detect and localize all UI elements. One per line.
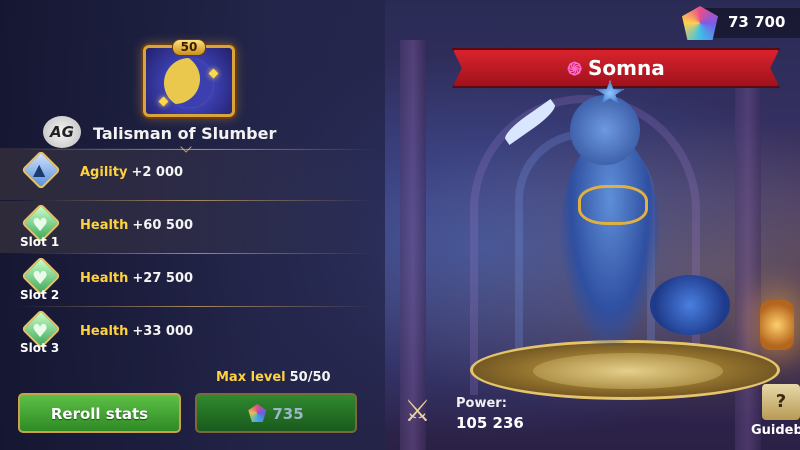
- stat-value: +27 500: [132, 271, 194, 286]
- hero-name: Somna: [588, 56, 665, 80]
- book-question-icon[interactable]: ?: [762, 384, 800, 420]
- slot-label: Slot 3: [20, 341, 60, 355]
- stat-value: +33 000: [132, 324, 194, 339]
- sparkle: [158, 96, 169, 107]
- hero-head: [570, 95, 640, 165]
- hero-name-banner: ֍ Somna: [452, 48, 780, 88]
- hero-tail: [650, 275, 730, 335]
- palace-pillar: [735, 60, 761, 450]
- hero-character[interactable]: [501, 95, 730, 365]
- talisman-level-badge: 50: [172, 39, 206, 56]
- stat-value: +2 000: [131, 165, 184, 180]
- talisman-panel: 50 AG Talisman of Slumber ▲ Agility +2 00…: [0, 0, 385, 450]
- hero-body: [560, 135, 660, 345]
- gem-count: 73 700: [728, 13, 786, 31]
- agility-diamond-icon: ▲: [21, 150, 61, 190]
- max-level-label: Max level: [216, 370, 286, 385]
- talisman-title: Talisman of Slumber: [93, 124, 277, 143]
- crossed-swords-icon: ⚔: [404, 394, 431, 429]
- stat-name: Health: [80, 218, 129, 233]
- palace-pillar: [400, 40, 426, 450]
- stat-name: Agility: [80, 165, 128, 180]
- max-level-value: 50/50: [289, 370, 331, 385]
- power-label: Power:: [456, 396, 507, 411]
- power-value: 105 236: [456, 414, 524, 432]
- stat-row-slot-3: ♥ Slot 3 Health +33 000: [0, 307, 385, 359]
- gem-icon: [248, 404, 267, 422]
- reroll-cost-value: 735: [272, 405, 304, 423]
- stat-name: Health: [80, 271, 129, 286]
- swirl-element-icon: ֍: [567, 59, 582, 80]
- stat-row-agility: ▲ Agility +2 000: [0, 148, 385, 200]
- stat-name: Health: [80, 324, 129, 339]
- stat-row-slot-1: ♥ Slot 1 Health +60 500: [0, 201, 385, 253]
- stat-value: +60 500: [132, 218, 194, 233]
- moon-shape: [164, 58, 214, 108]
- stat-row-slot-2: ♥ Slot 2 Health +27 500: [0, 254, 385, 306]
- lantern: [760, 300, 794, 350]
- max-level: Max level 50/50: [216, 370, 331, 385]
- gem-currency[interactable]: 73 700: [682, 6, 800, 40]
- watermark-logo: AG: [43, 116, 81, 148]
- hero-armor: [578, 185, 648, 225]
- reroll-stats-button[interactable]: Reroll stats: [18, 393, 181, 433]
- slot-label: Slot 2: [20, 288, 60, 302]
- slot-label: Slot 1: [20, 235, 60, 249]
- guidebook-label[interactable]: Guidebook: [751, 423, 800, 438]
- reroll-cost-button[interactable]: 735: [195, 393, 357, 433]
